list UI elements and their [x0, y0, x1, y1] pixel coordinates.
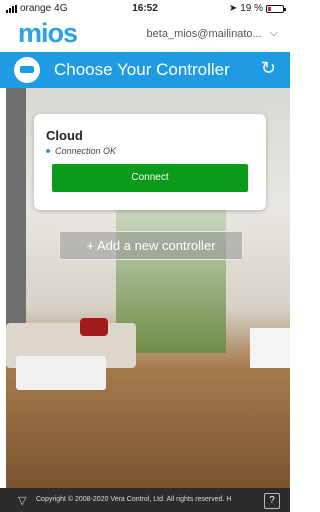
battery-fill [268, 6, 271, 11]
connect-button[interactable]: Connect [52, 164, 248, 192]
connection-status-text: Connection OK [55, 146, 117, 156]
status-bar: orange 4G 16:52 ➤ 19 % [0, 0, 290, 18]
room-table [16, 356, 106, 390]
battery-icon [266, 4, 286, 13]
vera-logo-icon: ▽ [18, 495, 27, 507]
location-arrow-icon: ➤ [228, 3, 238, 14]
account-email[interactable]: beta_mios@mailinato... [147, 28, 262, 40]
help-button[interactable]: ? [264, 493, 280, 509]
battery-percent: 19 % [240, 3, 263, 14]
controller-icon [14, 57, 40, 83]
connection-status: Connection OK [46, 146, 116, 156]
account-selector[interactable]: beta_mios@mailinato... ⌵ [147, 27, 278, 40]
status-dot-icon [46, 149, 50, 153]
chevron-down-icon[interactable]: ⌵ [270, 27, 278, 40]
controller-card: Cloud Connection OK Connect [34, 114, 266, 210]
room-pillow [80, 318, 108, 336]
page-title: Choose Your Controller [54, 60, 230, 79]
room-window-left [6, 88, 26, 338]
title-bar: Choose Your Controller ↻ [0, 52, 290, 88]
copyright-text: Copyright © 2008-2020 Vera Control, Ltd.… [36, 496, 232, 503]
mios-logo: mios [18, 18, 78, 48]
battery-info: ➤ 19 % [228, 3, 286, 14]
footer: ▽ Copyright © 2008-2020 Vera Control, Lt… [0, 488, 290, 512]
app-header: mios beta_mios@mailinato... ⌵ [0, 18, 290, 50]
refresh-icon[interactable]: ↻ [261, 58, 276, 79]
controller-name: Cloud [46, 128, 83, 143]
add-controller-button[interactable]: + Add a new controller [59, 231, 243, 260]
room-cabinet [250, 328, 290, 368]
